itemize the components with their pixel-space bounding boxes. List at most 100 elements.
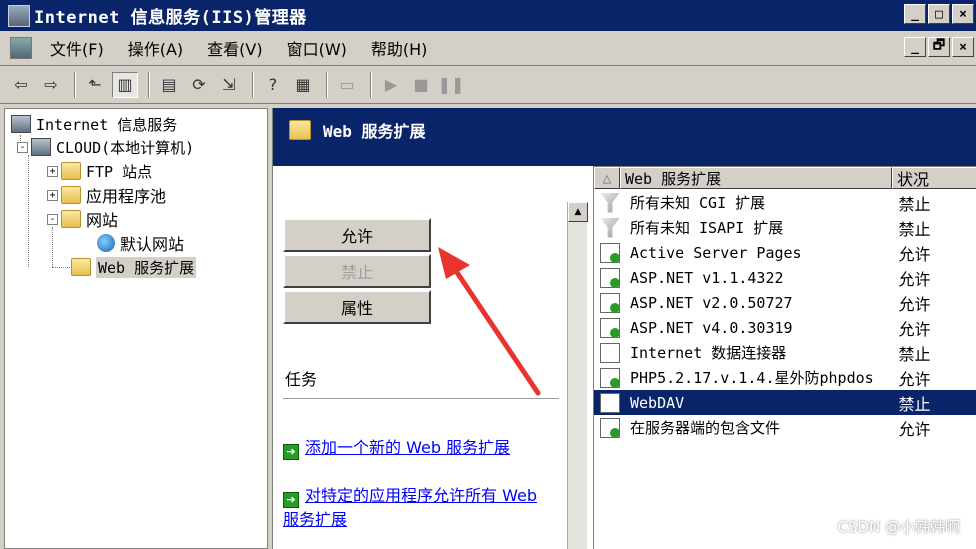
row-status: 禁止 (898, 344, 931, 364)
close-button[interactable]: × (952, 4, 974, 24)
allow-all-extensions-link[interactable]: ➔ 对特定的应用程序允许所有 Web 服务扩展 (283, 484, 545, 531)
tree-connector (52, 267, 72, 268)
properties-icon[interactable]: ▤ (156, 72, 182, 98)
tree-node-web-service-extensions[interactable]: Web 服务扩展 (71, 256, 197, 278)
toolbar-separator (74, 71, 76, 98)
iis-app-icon (8, 4, 30, 27)
details-pane: Web 服务扩展 允许 禁止 属性 任务 ➔ 添加一个新的 Web 服务扩展 ➔ 对… (272, 108, 976, 549)
pause-icon[interactable]: ❚❚ (438, 72, 465, 98)
show-hide-tree-icon[interactable]: ▥ (112, 71, 138, 98)
extension-allowed-icon (600, 267, 620, 288)
task-pane-scrollbar[interactable]: ▲ (567, 202, 588, 549)
extension-allowed-icon (600, 242, 620, 263)
forward-icon[interactable]: ⇨ (38, 72, 64, 98)
menu-window[interactable]: 窗口(W) (275, 36, 359, 60)
tree-node-iis-root[interactable]: Internet 信息服务 (11, 113, 177, 135)
name-column-header[interactable]: Web 服务扩展 (620, 167, 892, 189)
collapse-icon[interactable]: - (47, 213, 58, 225)
extension-icon (600, 392, 620, 413)
help-icon[interactable]: ? (260, 72, 286, 98)
properties-button[interactable]: 属性 (283, 290, 431, 324)
list-row[interactable]: ASP.NET v4.0.30319 允许 (594, 315, 976, 340)
add-web-extension-link[interactable]: ➔ 添加一个新的 Web 服务扩展 (283, 436, 543, 460)
mdi-restore-button[interactable]: 🗗 (928, 37, 950, 57)
row-status: 禁止 (898, 194, 931, 214)
menu-view[interactable]: 查看(V) (195, 36, 274, 60)
stop-icon[interactable]: ■ (408, 72, 434, 98)
sort-column-header[interactable]: △ (594, 167, 620, 189)
menu-help[interactable]: 帮助(H) (359, 36, 440, 60)
scroll-up-icon[interactable]: ▲ (568, 202, 588, 222)
filter-icon (600, 192, 620, 213)
list-row-selected[interactable]: WebDAV 禁止 (594, 390, 976, 415)
tree-node-websites[interactable]: - 网站 (47, 208, 118, 230)
row-status: 允许 (898, 319, 931, 339)
prohibit-button[interactable]: 禁止 (283, 254, 431, 288)
task-arrow-icon: ➔ (283, 492, 299, 508)
collapse-icon[interactable]: - (17, 141, 28, 153)
menu-bar: 文件(F) 操作(A) 查看(V) 窗口(W) 帮助(H) _ 🗗 × (0, 31, 976, 66)
allow-button[interactable]: 允许 (283, 218, 431, 252)
row-status: 允许 (898, 269, 931, 289)
folder-icon (289, 120, 311, 140)
toolbar-separator (370, 71, 372, 98)
mdi-close-button[interactable]: × (952, 37, 974, 57)
menu-action[interactable]: 操作(A) (116, 36, 195, 60)
show-hide-action-pane-icon[interactable]: ▦ (290, 72, 316, 98)
watermark: CSDN @小韩韩啊 (837, 518, 960, 536)
export-list-icon[interactable]: ⇲ (216, 72, 242, 98)
console-tree: Internet 信息服务 - CLOUD(本地计算机) + FTP 站点 + … (4, 108, 268, 549)
list-row[interactable]: 在服务器端的包含文件 允许 (594, 415, 976, 440)
tree-node-computer[interactable]: - CLOUD(本地计算机) (17, 136, 194, 158)
list-row[interactable]: 所有未知 CGI 扩展 禁止 (594, 190, 976, 215)
computer-icon (31, 138, 51, 156)
expand-icon[interactable]: + (47, 189, 58, 201)
refresh-icon[interactable]: ⟳ (186, 72, 212, 98)
tree-node-app-pools[interactable]: + 应用程序池 (47, 184, 166, 206)
window-titlebar: Internet 信息服务(IIS)管理器 _ □ × (0, 0, 976, 31)
folder-icon (61, 210, 81, 228)
list-row[interactable]: Internet 数据连接器 禁止 (594, 340, 976, 365)
tree-label: Internet 信息服务 (36, 115, 178, 134)
tree-label: 应用程序池 (86, 187, 167, 206)
menu-file[interactable]: 文件(F) (38, 36, 116, 60)
tree-label: FTP 站点 (86, 162, 153, 181)
status-column-header[interactable]: 状况 (892, 167, 976, 189)
expand-icon[interactable]: + (47, 165, 58, 177)
task-link-text: 添加一个新的 Web 服务扩展 (305, 438, 511, 457)
back-icon[interactable]: ⇦ (8, 72, 34, 98)
play-icon[interactable]: ▶ (378, 72, 404, 98)
computer-icon[interactable]: ▭ (334, 72, 360, 98)
list-row[interactable]: ASP.NET v2.0.50727 允许 (594, 290, 976, 315)
toolbar: ⇦ ⇨ ⬑ ▥ ▤ ⟳ ⇲ ? ▦ ▭ ▶ ■ ❚❚ (0, 66, 976, 104)
pane-title: Web 服务扩展 (323, 122, 426, 141)
list-header: △ Web 服务扩展 状况 (594, 167, 976, 189)
extension-icon (600, 342, 620, 363)
extension-allowed-icon (600, 367, 620, 388)
tree-node-ftp-sites[interactable]: + FTP 站点 (47, 160, 152, 182)
toolbar-separator (326, 71, 328, 98)
minimize-button[interactable]: _ (904, 4, 926, 24)
tree-node-default-site[interactable]: 默认网站 (97, 232, 184, 254)
row-status: 允许 (898, 244, 931, 264)
row-name: Active Server Pages (630, 243, 802, 262)
mdi-minimize-button[interactable]: _ (904, 37, 926, 57)
window-title: Internet 信息服务(IIS)管理器 (34, 8, 307, 28)
list-row[interactable]: Active Server Pages 允许 (594, 240, 976, 265)
list-row[interactable]: 所有未知 ISAPI 扩展 禁止 (594, 215, 976, 240)
row-name: 在服务器端的包含文件 (630, 419, 781, 437)
extension-allowed-icon (600, 317, 620, 338)
maximize-button[interactable]: □ (928, 4, 950, 24)
list-row[interactable]: ASP.NET v1.1.4322 允许 (594, 265, 976, 290)
mmc-document-icon[interactable] (10, 37, 32, 59)
toolbar-separator (148, 71, 150, 98)
row-name: 所有未知 CGI 扩展 (630, 194, 766, 212)
row-name: ASP.NET v4.0.30319 (630, 318, 793, 337)
toolbar-separator (252, 71, 254, 98)
list-row[interactable]: PHP5.2.17.v.1.4.星外防phpdos 允许 (594, 365, 976, 390)
up-folder-icon[interactable]: ⬑ (82, 72, 108, 98)
iis-root-icon (11, 115, 31, 133)
task-arrow-icon: ➔ (283, 444, 299, 460)
row-status: 禁止 (898, 394, 931, 414)
annotation-arrow-icon (438, 247, 541, 396)
